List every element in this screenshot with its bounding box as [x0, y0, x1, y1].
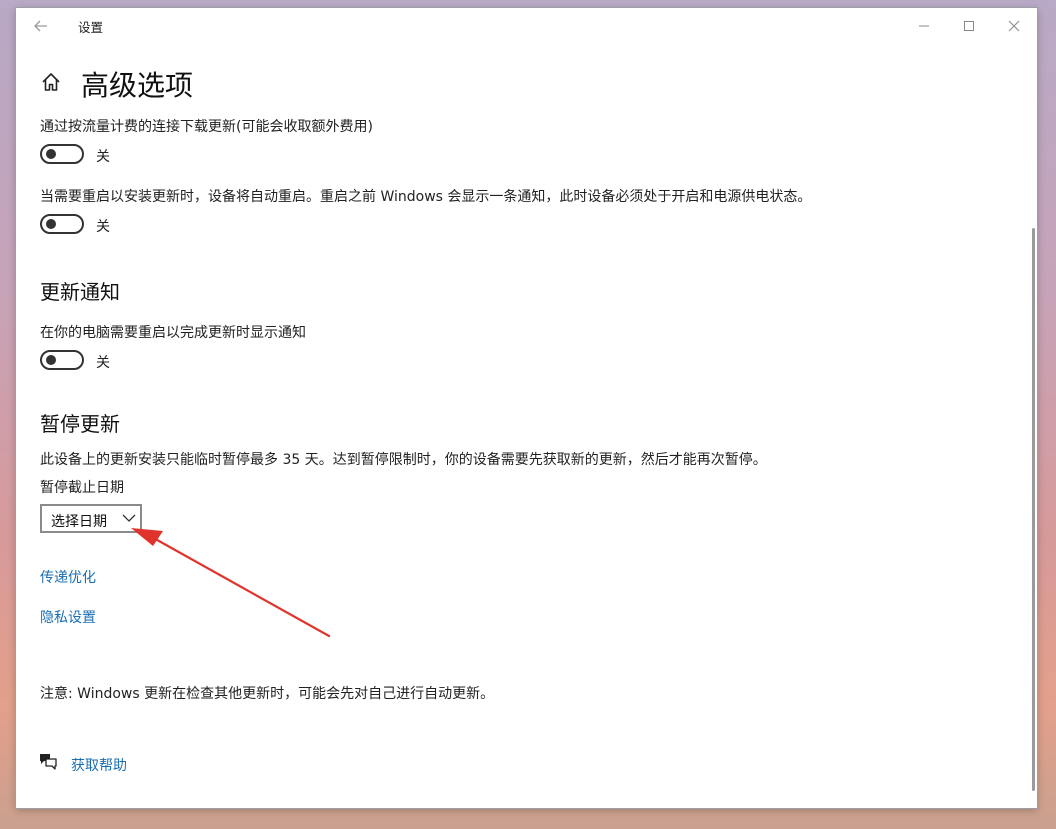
arrow-left-icon	[34, 20, 47, 32]
pause-updates-description: 此设备上的更新安装只能临时暂停最多 35 天。达到暂停限制时，你的设备需要先获取…	[40, 452, 767, 468]
scrollbar[interactable]	[1032, 228, 1035, 791]
minimize-icon	[919, 25, 929, 27]
back-button[interactable]	[28, 15, 54, 37]
get-help-link[interactable]: 获取帮助	[71, 755, 127, 775]
restart-notification-toggle[interactable]	[40, 350, 84, 370]
app-title: 设置	[78, 20, 104, 35]
pause-date-value: 选择日期	[51, 514, 107, 530]
close-button[interactable]	[999, 15, 1029, 37]
maximize-icon	[964, 21, 974, 31]
home-icon[interactable]	[40, 71, 62, 93]
update-notifications-heading: 更新通知	[40, 280, 120, 304]
metered-download-label: 通过按流量计费的连接下载更新(可能会收取额外费用)	[40, 119, 373, 135]
auto-update-note: 注意: Windows 更新在检查其他更新时，可能会先对自己进行自动更新。	[40, 686, 495, 702]
minimize-button[interactable]	[909, 15, 939, 37]
pause-updates-heading: 暂停更新	[40, 412, 120, 436]
pause-date-dropdown[interactable]: 选择日期	[40, 504, 142, 533]
restart-notification-state: 关	[96, 355, 110, 371]
metered-download-toggle[interactable]	[40, 144, 84, 164]
settings-window: 设置 高级选项 通过按流量计费的连接下载更新(可能会收取额外费用) 关 当需要重…	[16, 8, 1037, 808]
title-bar: 设置	[16, 8, 1037, 42]
delivery-optimization-link[interactable]: 传递优化	[40, 567, 96, 587]
auto-restart-label: 当需要重启以安装更新时，设备将自动重启。重启之前 Windows 会显示一条通知…	[40, 189, 812, 205]
chevron-down-icon	[122, 514, 136, 522]
maximize-button[interactable]	[954, 15, 984, 37]
pause-until-label: 暂停截止日期	[40, 480, 124, 496]
page-title: 高级选项	[81, 69, 194, 102]
auto-restart-state: 关	[96, 219, 110, 235]
privacy-settings-link[interactable]: 隐私设置	[40, 607, 96, 627]
chat-help-icon[interactable]	[38, 752, 58, 770]
metered-download-state: 关	[96, 149, 110, 165]
auto-restart-toggle[interactable]	[40, 214, 84, 234]
restart-notification-label: 在你的电脑需要重启以完成更新时显示通知	[40, 325, 306, 341]
close-icon	[1008, 20, 1020, 32]
